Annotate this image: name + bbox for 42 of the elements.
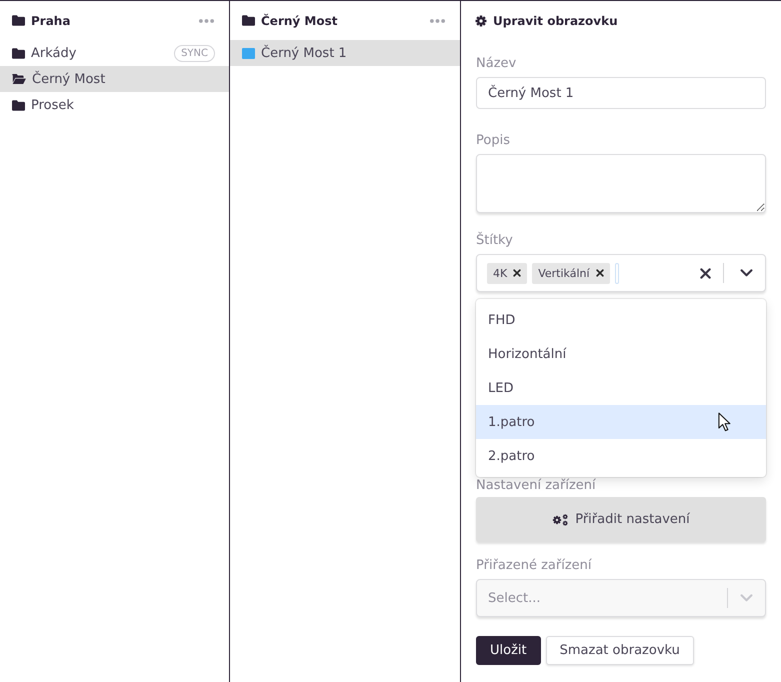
folder-item[interactable]: Prosek <box>0 92 229 118</box>
remove-icon[interactable] <box>596 269 604 277</box>
more-icon[interactable] <box>430 18 445 22</box>
save-button[interactable]: Uložit <box>476 636 541 665</box>
tag-input-field[interactable] <box>614 262 619 284</box>
folder-icon <box>12 15 25 26</box>
field-label: Popis <box>476 133 511 149</box>
dropdown-option[interactable]: 1.patro <box>476 405 766 439</box>
gears-icon <box>552 514 570 526</box>
field-label: Přiřazené zařízení <box>476 558 593 574</box>
tags-select[interactable]: 4K Vertikální <box>476 254 766 292</box>
folder-item[interactable]: Černý Most <box>0 66 229 92</box>
name-input-field[interactable]: Černý Most 1 <box>476 77 766 109</box>
screen-icon <box>242 48 255 58</box>
field-label: Štítky <box>476 233 514 249</box>
more-icon[interactable] <box>199 18 214 22</box>
tag-label: Vertikální <box>538 266 590 280</box>
open-folder-icon <box>12 74 26 84</box>
delete-button[interactable]: Smazat obrazovku <box>546 636 694 665</box>
dropdown-option[interactable]: FHD <box>476 303 766 337</box>
folder-icon <box>12 48 25 58</box>
field-label: Název <box>476 56 518 72</box>
panel-title: Černý Most <box>261 14 338 28</box>
mouse-pointer-icon <box>718 412 731 432</box>
field-label: Nastavení zařízení <box>476 478 597 494</box>
dropdown-option[interactable]: 2.patro <box>476 439 766 473</box>
gear-icon <box>475 14 487 26</box>
folder-icon <box>12 100 25 110</box>
tag-label: 4K <box>493 266 508 280</box>
folder-icon <box>242 15 255 26</box>
chevron-down-icon[interactable] <box>740 269 753 277</box>
panel-title: Upravit obrazovku <box>493 14 618 28</box>
sync-badge: SYNC <box>174 44 215 62</box>
assign-settings-button[interactable]: Přiřadit nastavení <box>476 497 766 542</box>
remove-icon[interactable] <box>513 269 522 277</box>
description-field[interactable] <box>476 154 766 213</box>
panel-title: Praha <box>31 14 70 28</box>
folder-item[interactable]: Arkády SYNC <box>0 40 229 66</box>
dropdown-option[interactable]: Horizontální <box>476 337 766 371</box>
dropdown-option[interactable]: LED <box>476 371 766 405</box>
screen-item[interactable]: Černý Most 1 <box>230 40 460 66</box>
clear-icon[interactable] <box>700 268 711 278</box>
